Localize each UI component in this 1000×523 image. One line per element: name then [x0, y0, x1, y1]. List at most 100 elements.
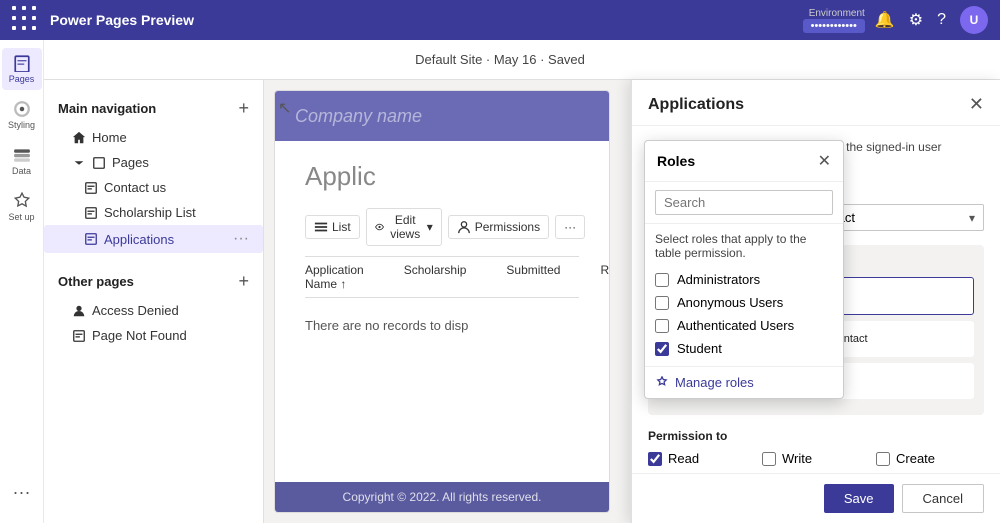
table-header-row: Application Name ↑ Scholarship Submitted… [305, 256, 579, 298]
roles-dialog-title: Roles [657, 153, 695, 169]
preview-site: Company name Applic List Edit views ▾ [274, 90, 610, 513]
left-nav-panel: Main navigation + Home Pages Contact us … [44, 80, 264, 523]
other-pages-header: Other pages + [44, 265, 263, 298]
preview-page-title: Applic [305, 161, 579, 192]
roles-search-input[interactable] [655, 190, 833, 215]
role-anonymous[interactable]: Anonymous Users [655, 295, 833, 310]
table-empty-message: There are no records to disp [305, 298, 579, 353]
perm-read-checkbox[interactable] [648, 452, 662, 466]
edit-views-chevron: ▾ [427, 220, 433, 234]
perm-create[interactable]: Create [876, 451, 984, 466]
col-scholarship: Scholarship [404, 263, 467, 291]
nav-item-home[interactable]: Home [44, 125, 263, 150]
add-other-page-button[interactable]: + [238, 271, 249, 292]
perm-write[interactable]: Write [762, 451, 870, 466]
nav-item-applications-label: Applications [104, 232, 174, 247]
right-panel-close-button[interactable]: ✕ [969, 94, 984, 115]
nav-item-pages-label: Pages [112, 155, 149, 170]
save-button[interactable]: Save [824, 484, 894, 513]
list-btn-label: List [332, 220, 351, 234]
other-pages-label: Other pages [58, 274, 134, 289]
nav-item-pages[interactable]: Pages [44, 150, 263, 175]
more-options-button[interactable]: ··· [555, 215, 585, 239]
perm-create-label: Create [896, 451, 935, 466]
sidebar-data-label: Data [12, 166, 31, 176]
nav-item-home-label: Home [92, 130, 127, 145]
list-button[interactable]: List [305, 215, 360, 239]
sidebar-setup-label: Set up [8, 212, 34, 222]
back-arrow-button[interactable]: ↖ [278, 98, 291, 118]
perm-read-label: Read [668, 451, 699, 466]
roles-checkbox-list: Administrators Anonymous Users Authentic… [645, 268, 843, 366]
role-student-label: Student [677, 341, 722, 356]
avatar[interactable]: U [960, 6, 988, 34]
nav-applications-ellipsis[interactable]: ··· [233, 230, 249, 248]
nav-item-access-denied-label: Access Denied [92, 303, 179, 318]
right-panel-header: Applications ✕ [632, 80, 1000, 126]
sidebar-item-styling[interactable]: Styling [2, 94, 42, 136]
col-application-name: Application Name ↑ [305, 263, 364, 291]
sidebar-item-pages[interactable]: Pages [2, 48, 42, 90]
role-administrators[interactable]: Administrators [655, 272, 833, 287]
nav-item-contact-us-label: Contact us [104, 180, 166, 195]
roles-dialog: Roles ✕ Select roles that apply to the t… [644, 140, 844, 399]
perm-read[interactable]: Read [648, 451, 756, 466]
role-student[interactable]: Student [655, 341, 833, 356]
perm-write-label: Write [782, 451, 812, 466]
nav-item-scholarship[interactable]: Scholarship List [44, 200, 263, 225]
sidebar-pages-label: Pages [9, 74, 35, 84]
role-authenticated[interactable]: Authenticated Users [655, 318, 833, 333]
notification-icon[interactable]: 🔔 [875, 10, 895, 30]
settings-icon[interactable]: ⚙ [909, 10, 923, 30]
preview-content: Applic List Edit views ▾ Permissions [275, 141, 609, 373]
nav-item-applications[interactable]: Applications ··· [44, 225, 263, 253]
preview-company-name: Company name [295, 106, 422, 127]
topbar-icons: 🔔 ⚙ ? U [875, 6, 988, 34]
sidebar-item-setup[interactable]: Set up [2, 186, 42, 228]
role-student-checkbox[interactable] [655, 342, 669, 356]
col-submitted: Submitted [506, 263, 560, 291]
environment-info: Environment •••••••••••• [803, 8, 865, 33]
roles-dialog-close-button[interactable]: ✕ [818, 151, 831, 171]
roles-dialog-description: Select roles that apply to the table per… [645, 224, 843, 268]
roles-dialog-header: Roles ✕ [645, 141, 843, 182]
save-status: Default Site · May 16 · Saved [415, 52, 585, 67]
preview-footer: Copyright © 2022. All rights reserved. [275, 482, 609, 512]
perm-create-checkbox[interactable] [876, 452, 890, 466]
main-nav-label: Main navigation [58, 101, 156, 116]
permissions-btn-label: Permissions [475, 220, 540, 234]
role-administrators-checkbox[interactable] [655, 273, 669, 287]
nav-item-page-not-found[interactable]: Page Not Found [44, 323, 263, 348]
role-administrators-label: Administrators [677, 272, 760, 287]
manage-roles-link[interactable]: Manage roles [645, 366, 843, 398]
nav-item-access-denied[interactable]: Access Denied [44, 298, 263, 323]
cancel-button[interactable]: Cancel [902, 484, 984, 513]
role-authenticated-label: Authenticated Users [677, 318, 794, 333]
nav-item-scholarship-label: Scholarship List [104, 205, 196, 220]
left-icon-bar: Pages Styling Data Set up ··· [0, 40, 44, 523]
sidebar-styling-label: Styling [8, 120, 35, 130]
add-nav-item-button[interactable]: + [238, 98, 249, 119]
nav-item-applications-row: Applications ··· [104, 230, 249, 248]
permission-section: Permission to Read Write Create [648, 429, 984, 473]
sub-topbar: Default Site · May 16 · Saved [0, 40, 1000, 80]
preview-header: Company name [275, 91, 609, 141]
preview-toolbar: List Edit views ▾ Permissions ··· [305, 208, 579, 246]
env-label: Environment [809, 8, 865, 19]
nav-item-contact-us[interactable]: Contact us [44, 175, 263, 200]
apps-grid-icon[interactable] [12, 6, 40, 34]
sidebar-ellipsis[interactable]: ··· [13, 482, 31, 503]
main-nav-header: Main navigation + [44, 92, 263, 125]
role-anonymous-checkbox[interactable] [655, 296, 669, 310]
permissions-button[interactable]: Permissions [448, 215, 549, 239]
perm-write-checkbox[interactable] [762, 452, 776, 466]
right-panel-footer: Save Cancel [632, 473, 1000, 523]
edit-views-button[interactable]: Edit views ▾ [366, 208, 442, 246]
col-revi: Revi [600, 263, 610, 291]
help-icon[interactable]: ? [937, 11, 946, 29]
role-authenticated-checkbox[interactable] [655, 319, 669, 333]
sidebar-item-data[interactable]: Data [2, 140, 42, 182]
env-value: •••••••••••• [803, 19, 865, 33]
manage-roles-label: Manage roles [675, 375, 754, 390]
role-anonymous-label: Anonymous Users [677, 295, 783, 310]
